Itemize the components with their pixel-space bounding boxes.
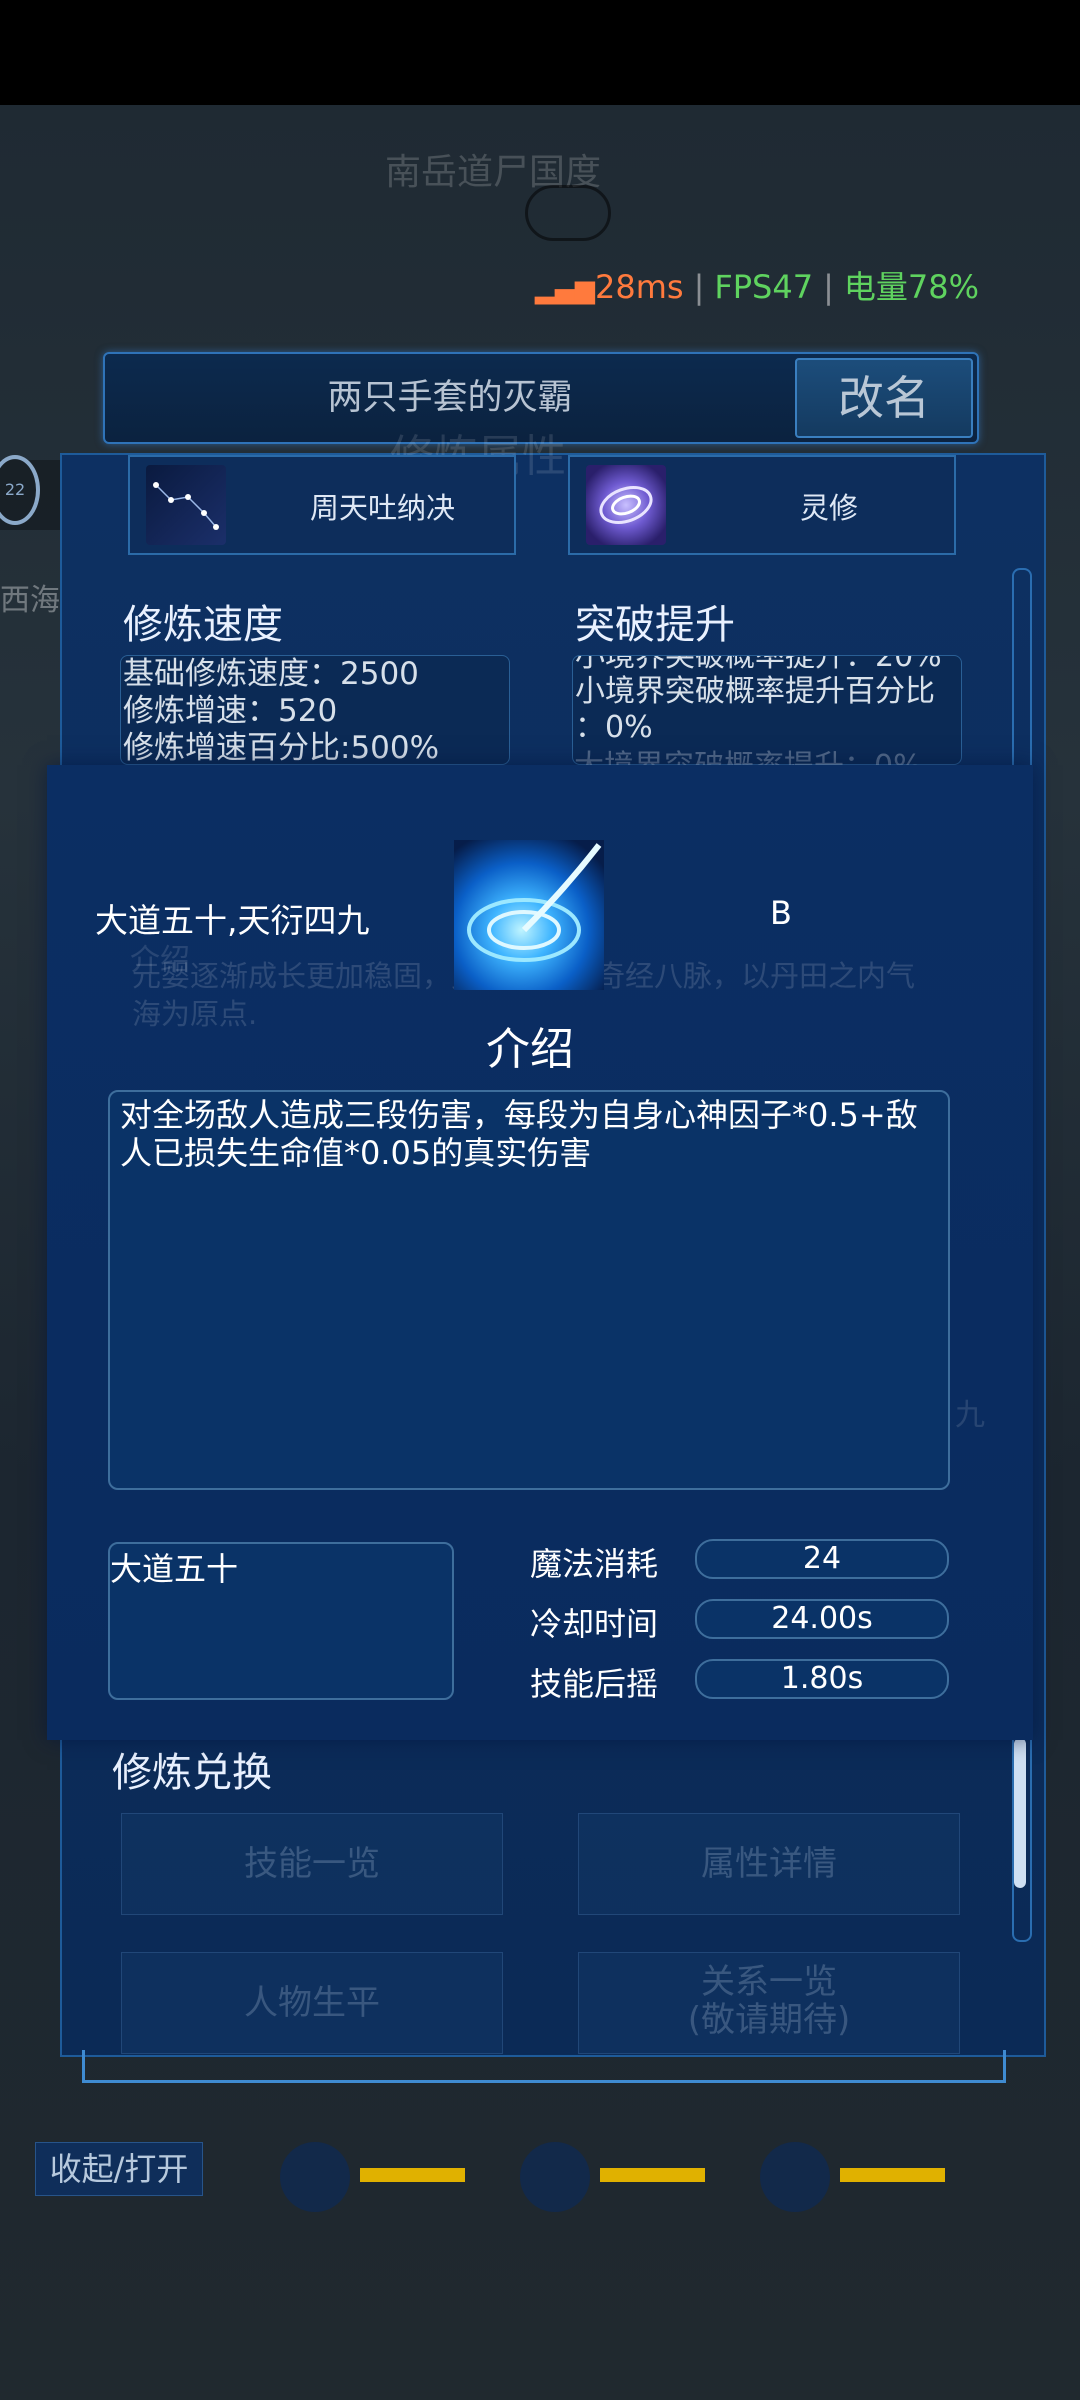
stat-line: 基础修炼速度：2500 (123, 656, 419, 692)
stat-line: ：0% (575, 710, 653, 745)
health-bar (600, 2168, 705, 2182)
cooldown-label: 冷却时间 (530, 1605, 659, 1643)
method-label: 灵修 (800, 491, 859, 525)
life-story-button[interactable]: 人物生平 (121, 1952, 503, 2054)
level-badge-text: 22 (4, 480, 26, 499)
method-label: 周天吐纳决 (310, 491, 456, 525)
skill-description-box: 对全场敌人造成三段伤害，每段为自身心神因子*0.5+敌人已损失生命值*0.05的… (108, 1090, 950, 1490)
skill-grade: B (770, 894, 792, 932)
recovery-label: 技能后摇 (530, 1665, 659, 1703)
cooldown-value: 24.00s (695, 1599, 949, 1639)
cultivation-speed-title: 修炼速度 (123, 602, 283, 648)
attribute-detail-button[interactable]: 属性详情 (578, 1813, 960, 1915)
skill-intro-title: 介绍 (486, 1024, 574, 1075)
exchange-title: 修炼兑换 (112, 1750, 272, 1796)
ghost-side-text: 九 (955, 1398, 985, 1433)
scrollbar-thumb[interactable] (1014, 1738, 1026, 1888)
relations-note: (敬请期待) (687, 2000, 851, 2040)
breakthrough-title: 突破提升 (575, 602, 735, 648)
network-stats: ▂▄▆28ms | FPS47 | 电量78% (535, 262, 979, 308)
mana-cost-label: 魔法消耗 (530, 1545, 659, 1583)
mana-cost-value: 24 (695, 1539, 949, 1579)
rename-button[interactable]: 改名 (795, 358, 973, 438)
skill-sub-box: 大道五十 (108, 1542, 454, 1700)
side-region-label: 西海 (0, 583, 60, 618)
stat-line: 小境界突破概率提升：20% (575, 655, 942, 674)
method-card-zhoutian[interactable]: 周天吐纳决 (128, 455, 516, 555)
avatar[interactable] (520, 2142, 590, 2212)
galaxy-icon (586, 465, 666, 545)
ping-value: 28ms (595, 268, 684, 306)
stat-line: 修炼增速百分比:500% (123, 730, 440, 766)
constellation-icon (146, 465, 226, 545)
skill-name: 大道五十,天衍四九 (95, 901, 370, 940)
relations-label: 关系一览 (701, 1962, 837, 2002)
map-marker-icon (525, 185, 611, 241)
health-bar (840, 2168, 945, 2182)
avatar[interactable] (760, 2142, 830, 2212)
signal-icon: ▂▄▆ (535, 275, 595, 305)
battery-value: 电量78% (843, 268, 979, 306)
stats-divider: | (823, 268, 834, 306)
recovery-value: 1.80s (695, 1659, 949, 1699)
stat-line: 小境界突破概率提升百分比 (575, 674, 935, 709)
skill-list-button[interactable]: 技能一览 (121, 1813, 503, 1915)
stat-line: 修炼增速：520 (123, 693, 338, 729)
panel-bottom-frame (82, 2050, 1006, 2083)
fps-value: FPS47 (714, 268, 814, 306)
health-bar (360, 2168, 465, 2182)
stats-divider: | (693, 268, 705, 306)
skill-description: 对全场敌人造成三段伤害，每段为自身心神因子*0.5+敌人已损失生命值*0.05的… (120, 1096, 918, 1172)
vortex-icon (454, 840, 604, 990)
method-card-lingxiu[interactable]: 灵修 (568, 455, 956, 555)
cultivation-speed-box: 基础修炼速度：2500 修炼增速：520 修炼增速百分比:500% (120, 655, 510, 766)
skill-sub-name: 大道五十 (110, 1550, 239, 1588)
avatar[interactable] (280, 2142, 350, 2212)
collapse-toggle-button[interactable]: 收起/打开 (35, 2142, 203, 2196)
relations-button[interactable]: 关系一览 (敬请期待) (578, 1952, 960, 2054)
